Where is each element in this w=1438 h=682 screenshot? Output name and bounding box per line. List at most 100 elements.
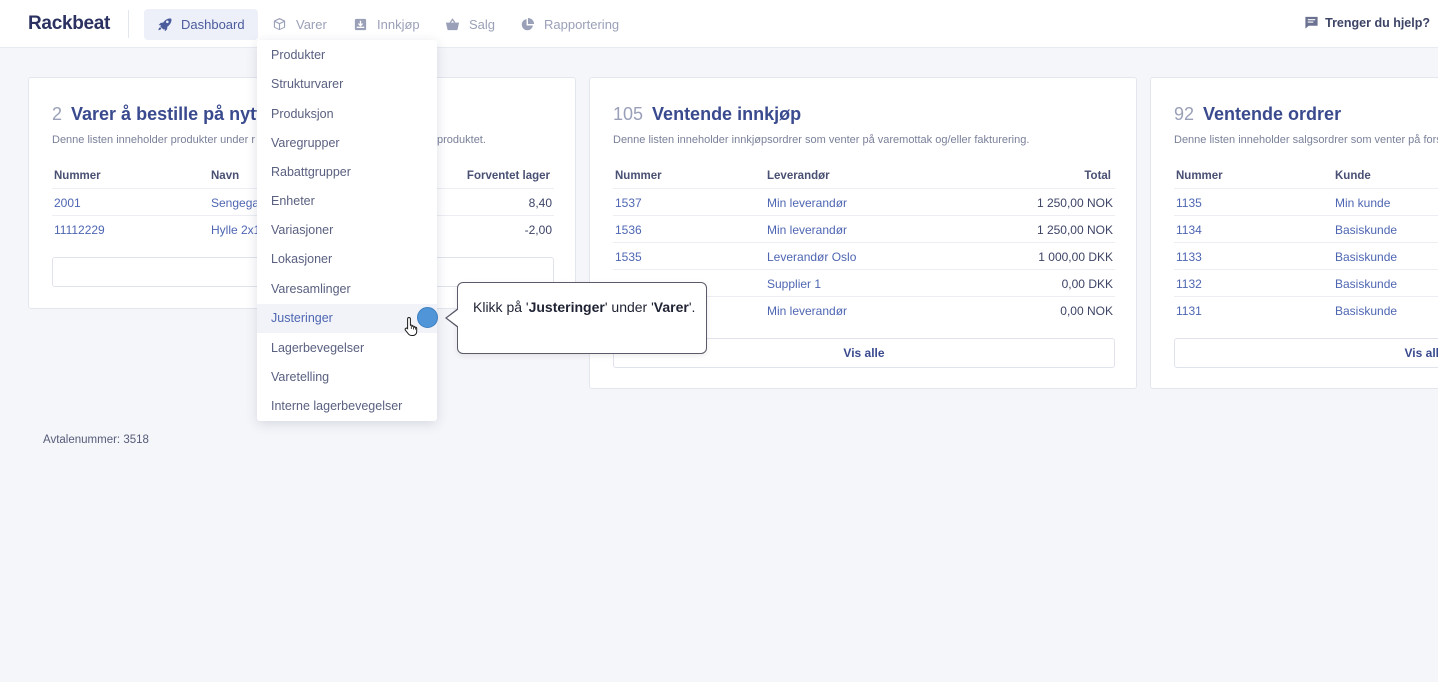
instruction-tooltip: Klikk på 'Justeringer' under 'Varer'.	[457, 282, 707, 354]
menu-item-variasjoner[interactable]: Variasjoner	[257, 216, 437, 245]
purchases-card-header: 105 Ventende innkjøp	[613, 104, 801, 125]
nav-rapportering-label: Rapportering	[544, 17, 620, 32]
help-label: Trenger du hjelp?	[1325, 15, 1430, 30]
nav-dashboard[interactable]: Dashboard	[144, 9, 258, 40]
orders-title: Ventende ordrer	[1203, 104, 1342, 124]
tooltip-suffix: '.	[688, 299, 696, 315]
table-row[interactable]: 1132 Basiskunde	[1174, 269, 1438, 296]
top-navigation-bar: Rackbeat Dashboard Varer Innkjøp Salg Ra…	[0, 0, 1438, 48]
row-stock: 8,40	[528, 196, 552, 210]
row-number[interactable]: 1134	[1176, 223, 1202, 237]
menu-item-interne-lagerbevegelser[interactable]: Interne lagerbevegelser	[257, 391, 437, 420]
row-total: 0,00 NOK	[1060, 304, 1113, 318]
orders-card-header: 92 Ventende ordrer	[1174, 104, 1341, 125]
nav-innkjop-label: Innkjøp	[377, 17, 420, 32]
rocket-icon	[158, 18, 172, 32]
row-supplier[interactable]: Leverandør Oslo	[767, 250, 856, 264]
row-customer[interactable]: Basiskunde	[1335, 250, 1397, 264]
purchases-title: Ventende innkjøp	[652, 104, 802, 124]
row-name[interactable]: Hylle 2x1	[211, 223, 260, 237]
table-row[interactable]: 1535 Leverandør Oslo 1 000,00 DKK	[613, 242, 1115, 269]
table-row[interactable]: 1537 Min leverandør 1 250,00 NOK	[613, 188, 1115, 215]
row-supplier[interactable]: Min leverandør	[767, 304, 847, 318]
menu-item-enheter[interactable]: Enheter	[257, 186, 437, 215]
tooltip-target-item: Justeringer	[528, 299, 605, 315]
logo-divider	[128, 10, 129, 38]
row-supplier[interactable]: Min leverandør	[767, 196, 847, 210]
basket-icon	[445, 18, 460, 31]
row-number[interactable]: 1131	[1176, 304, 1202, 318]
row-customer[interactable]: Basiskunde	[1335, 277, 1397, 291]
view-all-orders-button[interactable]: Vis all	[1174, 338, 1438, 368]
col-header-number: Nummer	[1176, 170, 1223, 182]
table-row[interactable]: 1134 Basiskunde	[1174, 215, 1438, 242]
col-header-supplier: Leverandør	[767, 170, 830, 182]
hand-pointer-icon	[404, 316, 418, 336]
menu-item-produksjon[interactable]: Produksjon	[257, 99, 437, 128]
tooltip-middle: ' under '	[604, 299, 654, 315]
nav-varer[interactable]: Varer	[259, 9, 340, 40]
col-header-total: Total	[1084, 170, 1111, 182]
row-number[interactable]: 1536	[615, 223, 642, 237]
click-indicator-dot	[417, 307, 438, 328]
rackbeat-logo[interactable]: Rackbeat	[28, 13, 110, 35]
purchases-description: Denne listen inneholder innkjøpsordrer s…	[613, 134, 1030, 146]
orders-description: Denne listen inneholder salgsordrer som …	[1174, 134, 1438, 146]
table-row[interactable]: 1536 Min leverandør 1 250,00 NOK	[613, 215, 1115, 242]
row-number[interactable]: 1135	[1176, 196, 1202, 210]
col-header-customer: Kunde	[1335, 170, 1371, 182]
nav-varer-label: Varer	[296, 17, 327, 32]
row-total: 0,00 DKK	[1061, 277, 1113, 291]
menu-item-produkter[interactable]: Produkter	[257, 40, 437, 69]
nav-dashboard-label: Dashboard	[181, 17, 245, 32]
row-customer[interactable]: Basiskunde	[1335, 223, 1397, 237]
nav-salg[interactable]: Salg	[432, 9, 508, 40]
chat-icon	[1305, 16, 1318, 29]
nav-rapportering[interactable]: Rapportering	[507, 9, 632, 40]
row-number[interactable]: 1132	[1176, 277, 1202, 291]
tooltip-arrow-fill	[447, 309, 459, 327]
row-number[interactable]: 2001	[54, 196, 81, 210]
menu-item-rabattgrupper[interactable]: Rabattgrupper	[257, 157, 437, 186]
nav-salg-label: Salg	[469, 17, 496, 32]
row-number[interactable]: 1133	[1176, 250, 1202, 264]
col-header-number: Nummer	[54, 170, 101, 182]
row-customer[interactable]: Basiskunde	[1335, 304, 1397, 318]
col-header-name: Navn	[211, 170, 240, 182]
row-number[interactable]: 11112229	[54, 223, 105, 237]
menu-item-varesamlinger[interactable]: Varesamlinger	[257, 274, 437, 303]
reorder-title: Varer å bestille på nytt	[71, 104, 263, 124]
agreement-number: Avtalenummer: 3518	[43, 434, 149, 446]
pie-chart-icon	[521, 17, 535, 31]
row-number[interactable]: 1535	[615, 250, 642, 264]
row-supplier[interactable]: Supplier 1	[767, 277, 821, 291]
inbox-download-icon	[354, 18, 367, 31]
row-total: 1 250,00 NOK	[1036, 223, 1113, 237]
reorder-card-header: 2 Varer å bestille på nytt	[52, 104, 262, 125]
help-link[interactable]: Trenger du hjelp?	[1304, 15, 1430, 30]
varer-dropdown-menu: Produkter Strukturvarer Produksjon Vareg…	[257, 40, 437, 421]
col-header-number: Nummer	[615, 170, 662, 182]
table-row[interactable]: 1133 Basiskunde	[1174, 242, 1438, 269]
tooltip-prefix: Klikk på '	[473, 299, 529, 315]
table-row[interactable]: 1135 Min kunde	[1174, 188, 1438, 215]
menu-item-varetelling[interactable]: Varetelling	[257, 362, 437, 391]
nav-innkjop[interactable]: Innkjøp	[340, 9, 433, 40]
row-number[interactable]: 1537	[615, 196, 642, 210]
reorder-count: 2	[52, 104, 63, 124]
menu-item-lokasjoner[interactable]: Lokasjoner	[257, 245, 437, 274]
reorder-description: Denne listen inneholder produkter under …	[52, 134, 256, 146]
row-supplier[interactable]: Min leverandør	[767, 223, 847, 237]
row-total: 1 000,00 DKK	[1038, 250, 1113, 264]
row-customer[interactable]: Min kunde	[1335, 196, 1390, 210]
table-row[interactable]: 1131 Basiskunde	[1174, 296, 1438, 323]
row-total: 1 250,00 NOK	[1036, 196, 1113, 210]
tooltip-target-menu: Varer	[653, 299, 689, 315]
col-header-stock: Forventet lager	[466, 170, 550, 182]
menu-item-lagerbevegelser[interactable]: Lagerbevegelser	[257, 334, 437, 363]
orders-count: 92	[1174, 104, 1195, 124]
reorder-description-end: produktet.	[437, 134, 486, 146]
purchases-count: 105	[613, 104, 644, 124]
menu-item-varegrupper[interactable]: Varegrupper	[257, 129, 437, 158]
menu-item-strukturvarer[interactable]: Strukturvarer	[257, 70, 437, 99]
